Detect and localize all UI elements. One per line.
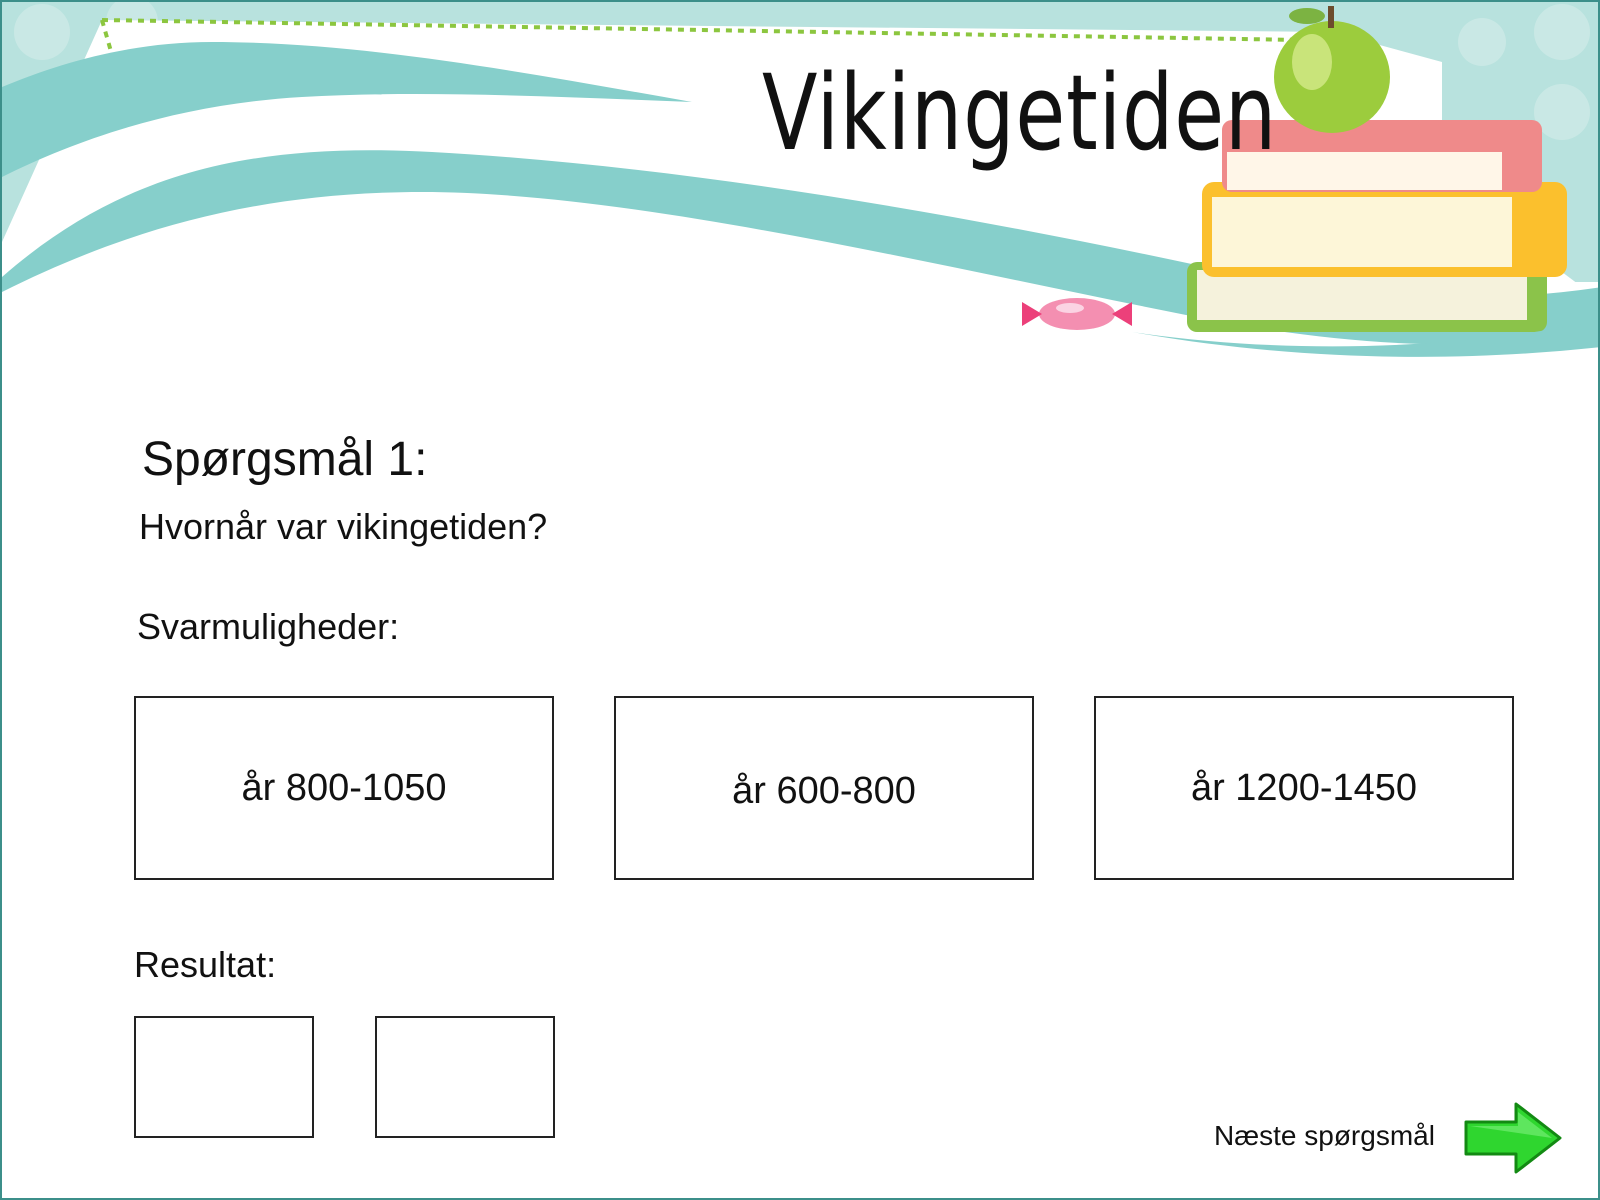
next-question-label[interactable]: Næste spørgsmål: [1214, 1120, 1435, 1152]
question-text: Hvornår var vikingetiden?: [139, 506, 548, 547]
question-heading: Spørgsmål 1:: [142, 433, 428, 486]
answer-option-3[interactable]: år 1200-1450: [1094, 696, 1514, 880]
answer-option-1[interactable]: år 800-1050: [134, 696, 554, 880]
result-label: Resultat:: [134, 944, 277, 985]
result-box-1: [134, 1016, 314, 1138]
quiz-slide: Vikingetiden Spørgsmål 1: Hvornår var vi…: [0, 0, 1600, 1200]
options-label: Svarmuligheder:: [137, 606, 400, 647]
answer-option-label: år 600-800: [732, 770, 916, 812]
result-box-2: [375, 1016, 555, 1138]
next-arrow-icon[interactable]: [1460, 1100, 1564, 1176]
answer-option-label: år 800-1050: [241, 766, 447, 809]
answer-option-label: år 1200-1450: [1190, 766, 1418, 809]
page-title: Vikingetiden: [762, 52, 1278, 174]
answer-option-2[interactable]: år 600-800: [614, 696, 1034, 880]
